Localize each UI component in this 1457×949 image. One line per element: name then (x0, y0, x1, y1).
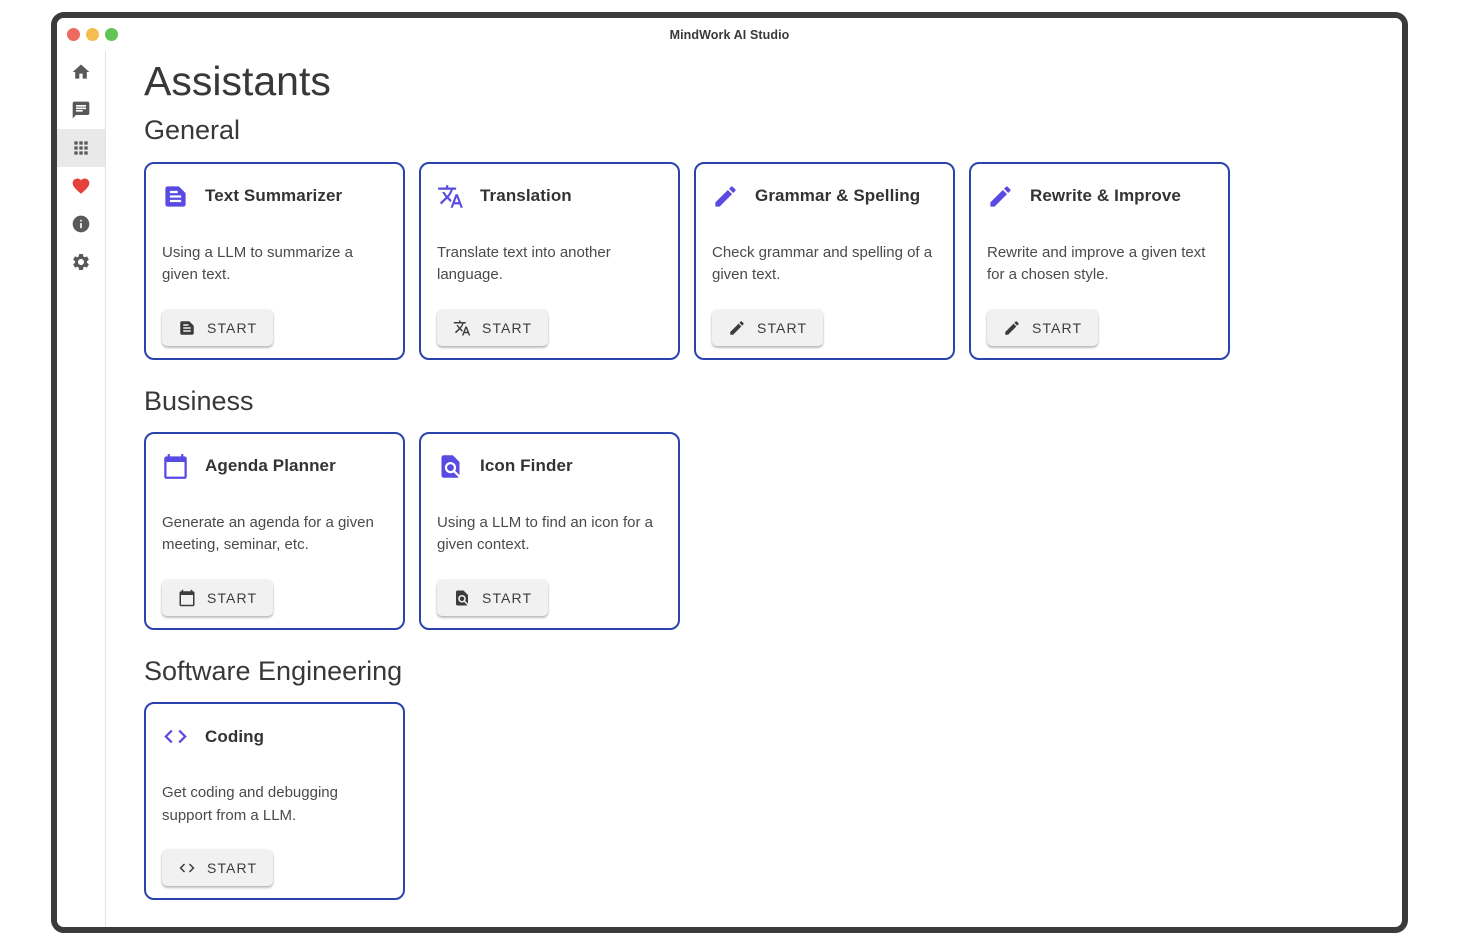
start-button-label: START (757, 320, 807, 336)
calendar-icon (162, 453, 189, 480)
card-title: Text Summarizer (205, 186, 342, 206)
card-header: Agenda Planner (162, 453, 389, 480)
card-title: Grammar & Spelling (755, 186, 920, 206)
card-description: Rewrite and improve a given text for a c… (987, 242, 1214, 287)
start-button[interactable]: START (162, 580, 273, 616)
start-button[interactable]: START (987, 310, 1098, 346)
start-button-label: START (207, 320, 257, 336)
card-title: Translation (480, 186, 572, 206)
close-window-button[interactable] (67, 28, 80, 41)
card-title: Coding (205, 727, 264, 747)
sidebar-item-favorites[interactable] (57, 167, 105, 205)
find-in-page-icon (437, 453, 464, 480)
window-title: MindWork AI Studio (57, 28, 1402, 42)
find-in-page-icon (453, 589, 471, 607)
info-icon (71, 214, 91, 234)
card-title: Rewrite & Improve (1030, 186, 1181, 206)
card-header: Grammar & Spelling (712, 183, 939, 210)
sidebar-item-settings[interactable] (57, 243, 105, 281)
start-button-label: START (482, 590, 532, 606)
app-window: MindWork AI Studio Assistants General Tex… (51, 12, 1408, 933)
section-label: Business (144, 385, 1402, 417)
sidebar-item-assistants[interactable] (57, 129, 105, 167)
start-button-label: START (1032, 320, 1082, 336)
title-bar: MindWork AI Studio (57, 18, 1402, 51)
edit-icon (728, 319, 746, 337)
assistant-card-rewrite-improve: Rewrite & Improve Rewrite and improve a g… (969, 162, 1230, 360)
card-header: Coding (162, 723, 389, 750)
assistant-card-text-summarizer: Text Summarizer Using a LLM to summarize … (144, 162, 405, 360)
card-title: Icon Finder (480, 456, 573, 476)
heart-icon (71, 176, 91, 196)
card-description: Translate text into another language. (437, 242, 664, 287)
card-description: Using a LLM to summarize a given text. (162, 242, 389, 287)
edit-icon (1003, 319, 1021, 337)
start-button-label: START (482, 320, 532, 336)
card-description: Get coding and debugging support from a … (162, 782, 389, 827)
code-icon (162, 723, 189, 750)
translate-icon (453, 319, 471, 337)
section-business: Business Agenda Planner Generate an agenda… (144, 385, 1402, 630)
assistant-card-translation: Translation Translate text into another l… (419, 162, 680, 360)
card-row: Text Summarizer Using a LLM to summarize … (144, 162, 1402, 360)
start-button[interactable]: START (712, 310, 823, 346)
assistant-card-coding: Coding Get coding and debugging support f… (144, 702, 405, 900)
card-header: Translation (437, 183, 664, 210)
card-header: Text Summarizer (162, 183, 389, 210)
start-button-label: START (207, 590, 257, 606)
sidebar (57, 51, 106, 927)
card-header: Icon Finder (437, 453, 664, 480)
content-area: Assistants General Text Summarizer Using a… (106, 51, 1402, 927)
edit-icon (712, 183, 739, 210)
settings-icon (71, 252, 91, 272)
edit-icon (987, 183, 1014, 210)
card-row: Agenda Planner Generate an agenda for a g… (144, 432, 1402, 630)
text-snippet-icon (162, 183, 189, 210)
sections: General Text Summarizer Using a LLM to sum… (144, 114, 1402, 900)
sidebar-item-chats[interactable] (57, 91, 105, 129)
card-header: Rewrite & Improve (987, 183, 1214, 210)
section-general: General Text Summarizer Using a LLM to sum… (144, 114, 1402, 359)
section-label: General (144, 114, 1402, 146)
sidebar-item-about[interactable] (57, 205, 105, 243)
home-icon (71, 62, 91, 82)
text-snippet-icon (178, 319, 196, 337)
main-area: Assistants General Text Summarizer Using a… (57, 51, 1402, 927)
card-title: Agenda Planner (205, 456, 336, 476)
card-description: Check grammar and spelling of a given te… (712, 242, 939, 287)
start-button[interactable]: START (162, 310, 273, 346)
start-button[interactable]: START (162, 850, 273, 886)
code-icon (178, 859, 196, 877)
zoom-window-button[interactable] (105, 28, 118, 41)
card-description: Using a LLM to find an icon for a given … (437, 512, 664, 557)
chat-icon (71, 100, 91, 120)
traffic-lights (57, 28, 118, 41)
apps-icon (71, 138, 91, 158)
assistant-card-grammar-spelling: Grammar & Spelling Check grammar and spel… (694, 162, 955, 360)
card-description: Generate an agenda for a given meeting, … (162, 512, 389, 557)
start-button[interactable]: START (437, 310, 548, 346)
assistant-card-agenda-planner: Agenda Planner Generate an agenda for a g… (144, 432, 405, 630)
minimize-window-button[interactable] (86, 28, 99, 41)
sidebar-item-home[interactable] (57, 53, 105, 91)
calendar-icon (178, 589, 196, 607)
page-title: Assistants (144, 58, 1402, 105)
start-button[interactable]: START (437, 580, 548, 616)
start-button-label: START (207, 860, 257, 876)
section-software-engineering: Software Engineering Coding Get coding and… (144, 655, 1402, 900)
section-label: Software Engineering (144, 655, 1402, 687)
translate-icon (437, 183, 464, 210)
assistant-card-icon-finder: Icon Finder Using a LLM to find an icon f… (419, 432, 680, 630)
card-row: Coding Get coding and debugging support f… (144, 702, 1402, 900)
